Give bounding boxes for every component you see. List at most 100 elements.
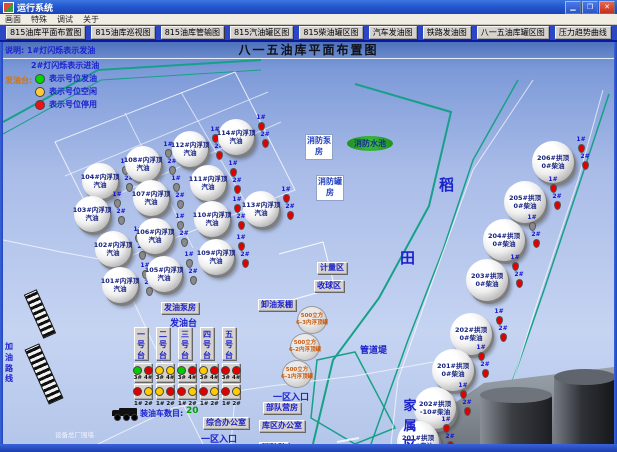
map-label: 消防水池 [347, 136, 393, 151]
tank-label-line2: 汽油 [158, 274, 171, 282]
tank-label-line2: 汽油 [210, 257, 223, 265]
map-label: 发油泵房 [161, 302, 199, 314]
storage-tank[interactable]: 112#内浮顶 汽油 1# 2# [172, 131, 208, 167]
storage-tank[interactable]: 106#内浮顶 汽油 1# 2# [137, 218, 173, 254]
small-storage-tank[interactable]: 500立方 6-1内浮顶罐 [282, 360, 312, 388]
tank-indicator-2: 2# [284, 204, 296, 220]
tank-indicator-1: 1# [280, 187, 292, 203]
status-droplet-icon [190, 276, 197, 285]
storage-tank[interactable]: 110#内浮顶 汽油 1# 2# [194, 201, 230, 237]
menu-item[interactable]: 特殊 [31, 14, 47, 25]
lamp-1 [155, 387, 164, 396]
nav-button[interactable]: 815柴油罐区图 [299, 26, 362, 39]
status-droplet-icon [262, 139, 269, 148]
tank-indicator-1: 1# [235, 235, 247, 251]
nav-button[interactable]: 八一五油库罐区图 [477, 26, 549, 39]
tank-label-line2: 汽油 [206, 219, 219, 227]
small-storage-tank[interactable]: 500立方 6-2内浮顶罐 [290, 333, 320, 361]
status-droplet-icon [165, 149, 172, 158]
status-droplet-icon [287, 211, 294, 220]
nav-button[interactable]: 铁路发油图 [423, 26, 471, 39]
status-droplet-icon [238, 221, 245, 230]
photo-tank-cylinder [480, 395, 552, 444]
map-label: 稻 [439, 174, 454, 195]
status-droplet-icon [482, 369, 489, 378]
status-droplet-icon [177, 200, 184, 209]
tank-indicator-2: 2# [174, 193, 186, 209]
nav-button[interactable]: 815汽油罐区图 [230, 26, 293, 39]
app-icon [3, 2, 14, 13]
storage-tank[interactable]: 111#内浮顶 汽油 1# 2# [190, 165, 226, 201]
tank-indicator-1: 1# [457, 383, 469, 399]
map-label: 管道堤 [360, 343, 387, 356]
station-lamp-box-top: 3# 4# [156, 363, 174, 382]
legend-status-dot-icon [35, 74, 45, 84]
status-droplet-icon [533, 239, 540, 248]
storage-tank[interactable]: 205#拱顶 0#柴油 1# 2# [504, 181, 546, 223]
lamp-2 [232, 387, 241, 396]
tank-label-line2: -10#柴油 [420, 408, 450, 416]
menu-item[interactable]: 关于 [83, 14, 99, 25]
map-label: 卸油泵棚 [258, 299, 296, 311]
map-label: 发油台 [170, 316, 197, 329]
menu-bar: 画面 特殊 调试 关于 [0, 14, 617, 25]
tank-label-line1: 113#内浮顶 [242, 201, 281, 209]
tank-indicator-2: 2# [513, 272, 525, 288]
station-lamp-box-bottom [222, 384, 240, 399]
map-label: 综合办公室 [203, 417, 249, 429]
small-storage-tank[interactable]: 500立方 6-3内浮顶罐 [297, 306, 327, 334]
status-droplet-icon [181, 238, 188, 247]
storage-tank[interactable]: 114#内浮顶 汽油 1# 2# [218, 119, 254, 155]
tank-label-line1: 114#内浮顶 [217, 129, 256, 137]
lamp-4 [210, 366, 219, 375]
status-droplet-icon [496, 316, 503, 325]
storage-tank[interactable]: 103#内浮顶 汽油 1# 2# [74, 196, 110, 232]
storage-tank[interactable]: 108#内浮顶 汽油 1# 2# [125, 146, 161, 182]
tank-indicator-1: 1# [231, 197, 243, 213]
tank-label-line1: 203#拱顶 [471, 272, 503, 280]
storage-tank[interactable]: 101#内浮顶 汽油 1# 2# [102, 267, 138, 303]
nav-button[interactable]: 815油库平面布置图 [6, 26, 85, 39]
tank-indicator-1: 1# [227, 161, 239, 177]
tank-indicator-2: 2# [479, 362, 491, 378]
status-droplet-icon [500, 333, 507, 342]
status-droplet-icon [139, 251, 146, 260]
storage-tank[interactable]: 109#内浮顶 汽油 1# 2# [198, 239, 234, 275]
title-bar[interactable]: 运行系统 ▁ ❐ ✕ [0, 0, 617, 14]
close-button[interactable]: ✕ [599, 1, 615, 14]
menu-item[interactable]: 调试 [57, 14, 73, 25]
tank-indicator-2: 2# [551, 194, 563, 210]
map-label: 设备总厂围墙 [55, 429, 94, 439]
status-droplet-icon [460, 390, 467, 399]
status-droplet-icon [118, 216, 125, 225]
tank-label-line2: 汽油 [145, 198, 158, 206]
nav-button[interactable]: 815油库巡视图 [91, 26, 154, 39]
tank-indicator-1: 1# [111, 192, 123, 208]
status-droplet-icon [186, 259, 193, 268]
legend-item: 表示号位停用 [35, 99, 165, 110]
railway-track-icon [24, 343, 63, 404]
nav-button[interactable]: 815油库管输图 [161, 26, 224, 39]
storage-tank[interactable]: 203#拱顶 0#柴油 1# 2# [466, 259, 508, 301]
status-droplet-icon [464, 407, 471, 416]
storage-tank[interactable]: 113#内浮顶 汽油 1# 2# [243, 191, 279, 227]
status-droplet-icon [283, 194, 290, 203]
status-droplet-icon [177, 221, 184, 230]
status-droplet-icon [443, 424, 450, 433]
menu-item[interactable]: 画面 [5, 14, 21, 25]
lamp-2 [144, 387, 153, 396]
storage-tank[interactable]: 102#内浮顶 汽油 1# 2# [95, 231, 131, 267]
nav-button[interactable]: 压力趋势曲线 [555, 26, 611, 39]
lamp-4 [144, 366, 153, 375]
storage-tank[interactable]: 107#内浮顶 汽油 1# 2# [133, 180, 169, 216]
tank-label-line1: 101#内浮顶 [101, 277, 140, 285]
maximize-button[interactable]: ❐ [582, 1, 598, 14]
station-lamp-box-bottom [134, 384, 152, 399]
minimize-button[interactable]: ▁ [565, 1, 581, 14]
plant-map-canvas: 八一五油库平面布置图 说明: 1#灯闪烁表示发油 2#灯闪烁表示进油 表示号位发… [3, 42, 614, 444]
window-title: 运行系统 [17, 1, 53, 14]
station-lamp-box-bottom [178, 384, 196, 399]
storage-tank[interactable]: 105#内浮顶 汽油 1# 2# [146, 256, 182, 292]
status-droplet-icon [234, 204, 241, 213]
nav-button[interactable]: 汽车发油图 [369, 26, 417, 39]
